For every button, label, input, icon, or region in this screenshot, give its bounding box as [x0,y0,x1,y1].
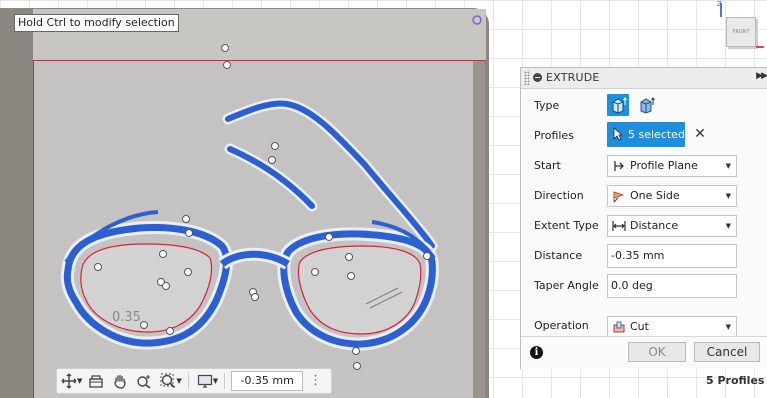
z-axis-label: Z [717,0,722,8]
operation-label: Operation [534,319,589,332]
thin-extrude-icon[interactable] [635,94,657,116]
toolbar-distance-input[interactable]: -0.35 mm [231,371,304,391]
chevron-down-icon: ▼ [725,192,731,200]
operation-value: Cut [630,320,649,333]
sketch-temple-upper [222,97,438,252]
extrude-dialog-footer: i OK Cancel [521,336,767,369]
extrude-dialog-header[interactable]: EXTRUDE ▶▶ [521,68,767,89]
select-cursor-icon [613,127,623,141]
taper-angle-value: 0.0 deg [611,279,653,292]
zoom-icon[interactable] [132,370,156,392]
solid-extrude-icon[interactable] [607,94,629,116]
profiles-label: Profiles [534,129,574,142]
extent-type-dropdown[interactable]: Distance ▼ [607,215,737,237]
selection-status: 5 Profiles [706,374,765,387]
x-axis-indicator [756,46,764,48]
info-icon[interactable]: i [530,346,543,359]
extrude-dialog: EXTRUDE ▶▶ Type Profiles 5 selected ✕ St… [520,67,767,369]
extent-type-row: Extent Type Distance ▼ [521,211,767,241]
ghost-dimension-label: 0.35 [112,310,141,325]
origin-marker [472,15,482,25]
drag-handle-icon[interactable] [524,71,530,85]
start-value: Profile Plane [630,159,698,172]
distance-input[interactable]: -0.35 mm [607,244,737,268]
lens-profile-right [297,245,422,335]
toolbar-more-icon[interactable]: ⋮ [309,374,322,387]
toolbar-separator [224,373,226,389]
distance-row: Distance -0.35 mm [521,241,767,271]
operation-row: Operation Cut ▼ [521,311,767,336]
collapse-icon[interactable] [533,73,542,82]
navigation-toolbar: ▼ ▼ ▼ -0.35 mm ⋮ [56,368,332,394]
start-row: Start Profile Plane ▼ [521,151,767,181]
distance-value: -0.35 mm [611,249,665,262]
extrude-dialog-title: EXTRUDE [546,71,600,84]
toolbar-separator [187,373,189,389]
direction-row: Direction One Side ▼ [521,181,767,211]
look-at-icon[interactable] [84,370,108,392]
profile-plane-icon [614,161,624,171]
orbit-dropdown-caret[interactable]: ▼ [77,377,82,385]
direction-value: One Side [630,189,680,202]
cancel-button[interactable]: Cancel [694,342,760,362]
profiles-selected-count: 5 selected [628,128,685,141]
start-label: Start [534,159,561,172]
taper-angle-label: Taper Angle [534,279,599,292]
taper-angle-row: Taper Angle 0.0 deg [521,271,767,301]
profiles-row: Profiles 5 selected ✕ [521,121,767,151]
start-dropdown[interactable]: Profile Plane ▼ [607,155,737,177]
selection-tooltip: Hold Ctrl to modify selection [14,14,179,32]
zoom-dropdown-caret[interactable]: ▼ [176,377,181,385]
expand-panel-icon[interactable]: ▶▶ [756,71,767,81]
operation-dropdown[interactable]: Cut ▼ [607,316,737,336]
type-label: Type [534,99,560,112]
taper-angle-input[interactable]: 0.0 deg [607,274,737,298]
one-side-icon [613,191,625,203]
distance-icon [612,221,626,231]
chevron-down-icon: ▼ [725,222,731,230]
view-cube-face-front[interactable]: FRONT [726,17,756,47]
profiles-select-button[interactable]: 5 selected [607,122,685,147]
pan-hand-icon[interactable] [108,370,132,392]
lens-profile-left [80,243,213,333]
cut-icon [613,321,625,333]
display-dropdown-caret[interactable]: ▼ [213,377,218,385]
chevron-down-icon: ▼ [725,323,731,331]
clear-selection-icon[interactable]: ✕ [693,122,707,147]
extent-type-label: Extent Type [534,219,599,232]
direction-dropdown[interactable]: One Side ▼ [607,185,737,207]
type-row: Type [521,91,767,121]
distance-label: Distance [534,249,583,262]
direction-label: Direction [534,189,584,202]
chevron-down-icon: ▼ [725,162,731,170]
extent-type-value: Distance [630,219,679,232]
ok-button[interactable]: OK [628,342,686,362]
view-cube[interactable]: Z FRONT [712,0,767,53]
